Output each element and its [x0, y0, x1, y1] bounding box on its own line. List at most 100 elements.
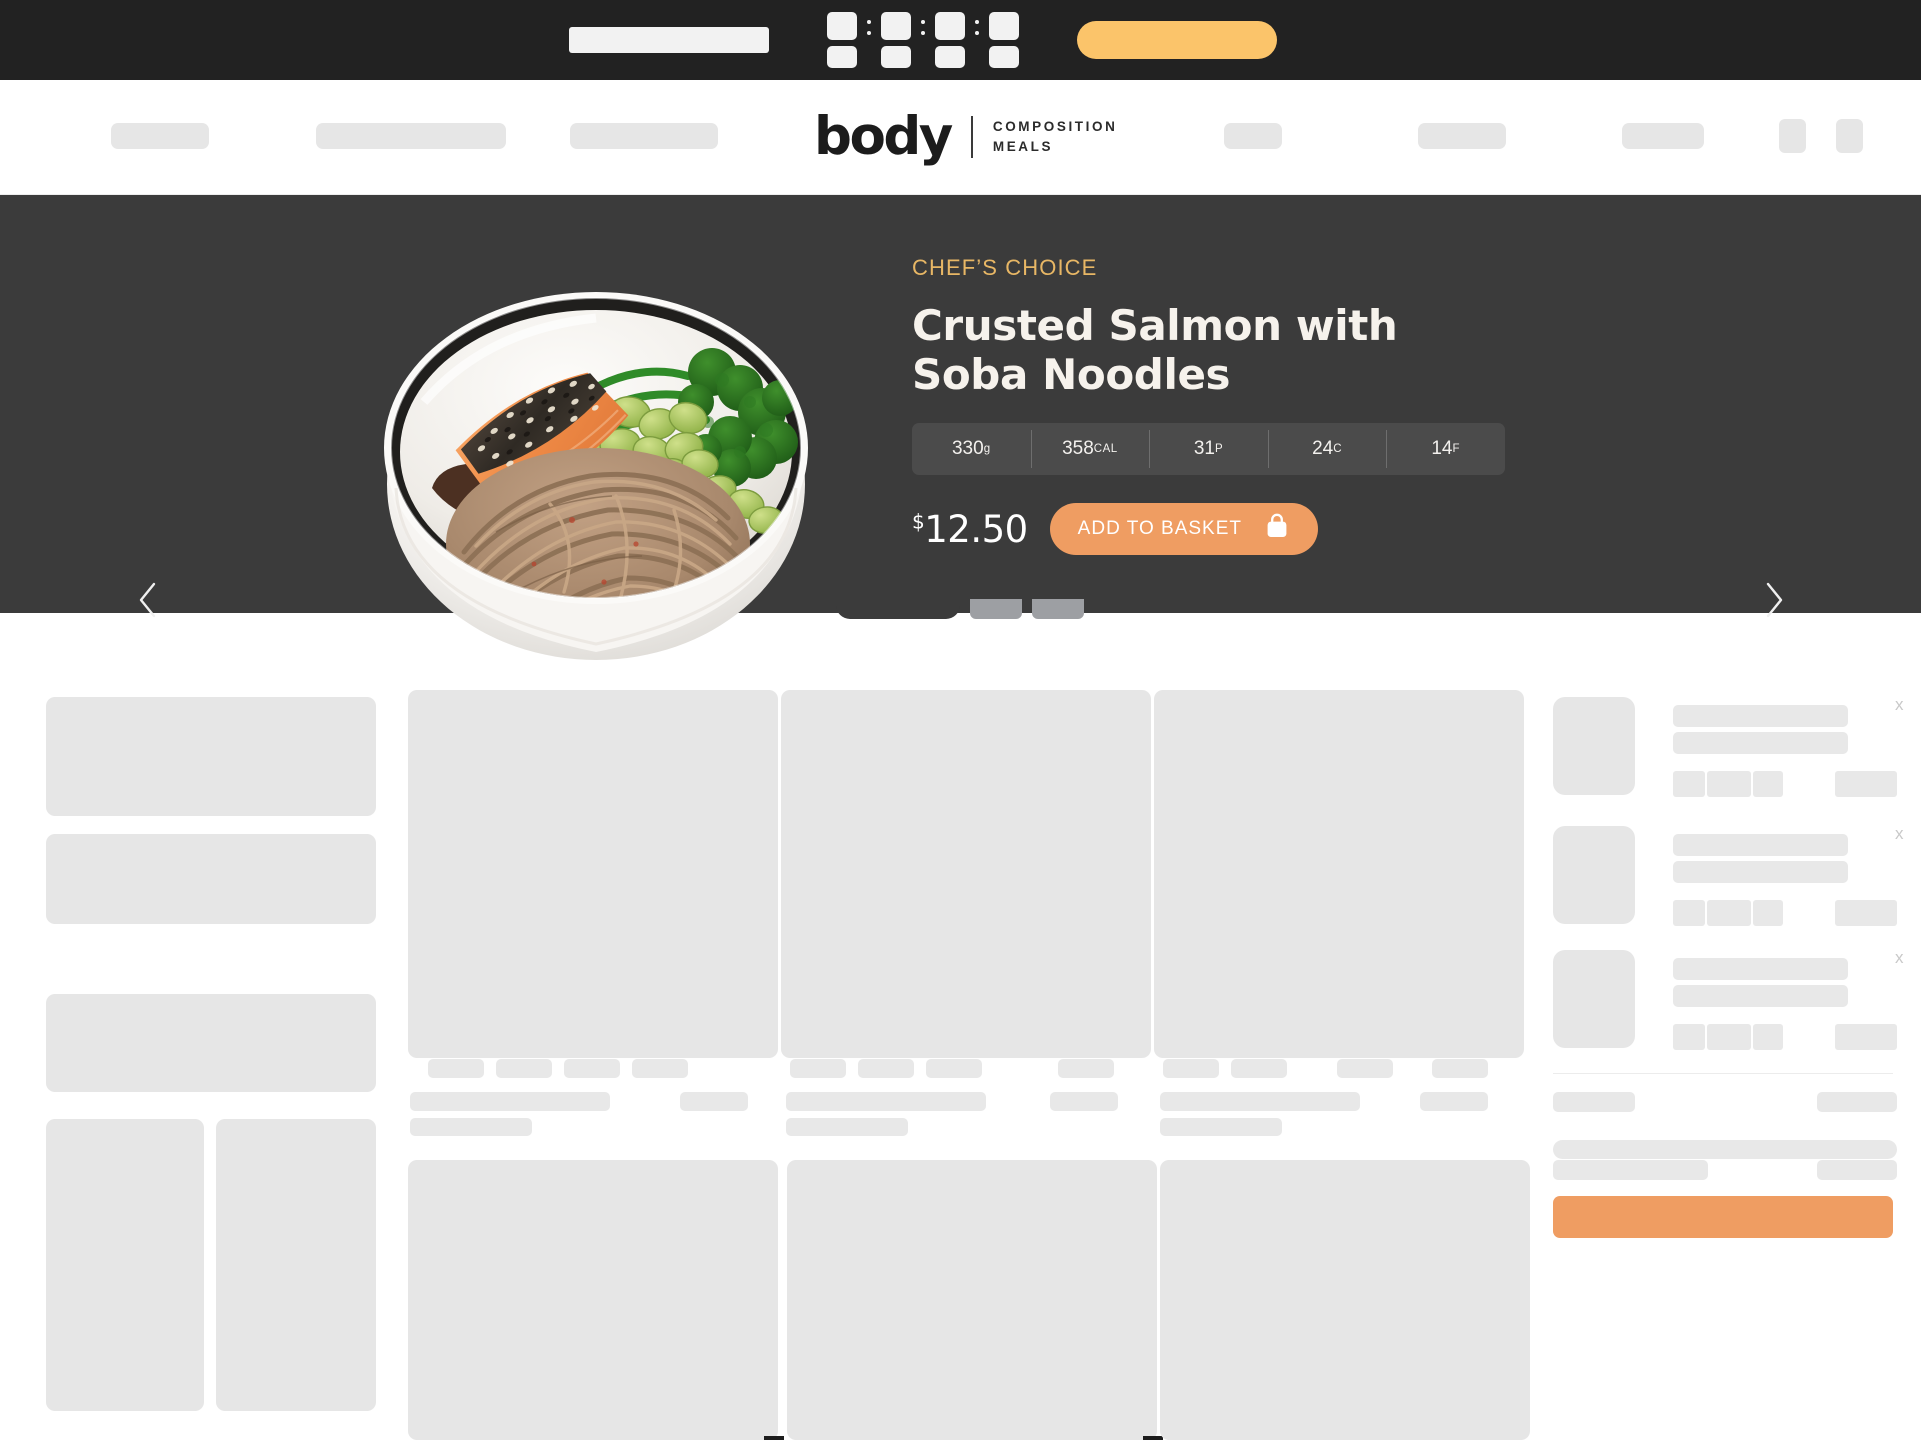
timer-separator: [911, 19, 935, 61]
add-to-basket-label: ADD TO BASKET: [1077, 518, 1243, 539]
cart-item-name-line: [1673, 705, 1848, 727]
cart-item-remove-button[interactable]: x: [1895, 824, 1904, 844]
search-icon[interactable]: [1779, 119, 1806, 153]
product-title-line: [786, 1092, 986, 1111]
cart-item-price: [1835, 1024, 1897, 1050]
filter-block-1[interactable]: [46, 697, 376, 816]
nutrition-carbs-value: 24: [1312, 438, 1334, 459]
cart-qty-decrease[interactable]: [1673, 900, 1705, 926]
countdown-timer: [826, 12, 1019, 68]
nav-item-2[interactable]: [316, 123, 506, 149]
cart-item-price: [1835, 771, 1897, 797]
product-macro-chip: [858, 1059, 914, 1078]
nav-item-4[interactable]: [1224, 123, 1282, 149]
tab-inactive-2[interactable]: [1032, 599, 1084, 619]
product-price-line: [1050, 1092, 1118, 1111]
nav-item-3[interactable]: [570, 123, 718, 149]
cart-qty-increase[interactable]: [1753, 900, 1783, 926]
cart-qty-increase[interactable]: [1753, 1024, 1783, 1050]
nutrition-weight-value: 330: [951, 438, 984, 459]
cart-item-meta-line: [1673, 861, 1848, 883]
promo-text-placeholder: [568, 27, 769, 53]
logo-subtitle-line-2: MEALS: [992, 138, 1054, 154]
product-macro-chip: [428, 1059, 484, 1078]
currency-symbol: $: [912, 509, 925, 534]
nutrition-fat-unit: F: [1452, 443, 1460, 455]
cart-item-remove-button[interactable]: x: [1895, 948, 1904, 968]
timer-digit-box: [988, 12, 1019, 40]
cart-divider: [1553, 1073, 1893, 1074]
logo-wordmark: body: [814, 106, 953, 167]
cart-item-name-line: [1673, 834, 1848, 856]
cart-qty-value: [1707, 900, 1751, 926]
nutrition-calories-value: 358: [1062, 438, 1094, 459]
timer-segment-minutes: [934, 12, 965, 68]
product-macro-chip: [1231, 1059, 1287, 1078]
cart-item-thumbnail: [1553, 826, 1635, 924]
timer-digit-box: [934, 12, 965, 40]
hero-title: Crusted Salmon with Soba Noodles: [912, 301, 1612, 399]
nutrition-protein-value: 31: [1193, 438, 1215, 459]
product-macro-chip: [790, 1059, 846, 1078]
site-logo[interactable]: body COMPOSITION MEALS: [814, 110, 1117, 163]
filter-block-5[interactable]: [216, 1119, 376, 1411]
nutrition-protein: 31 P: [1149, 423, 1268, 475]
product-subtitle-line: [410, 1118, 532, 1136]
carousel-next-button[interactable]: [1751, 577, 1797, 623]
account-icon[interactable]: [1836, 119, 1863, 153]
nutrition-calories: 358 CAL: [1030, 423, 1150, 475]
product-image-placeholder: [408, 1160, 778, 1440]
tab-active[interactable]: [836, 585, 960, 619]
product-macro-chip: [564, 1059, 620, 1078]
product-subtitle-line: [1160, 1118, 1282, 1136]
cart-summary-value: [1817, 1092, 1897, 1112]
nav-item-6[interactable]: [1622, 123, 1704, 149]
nutrition-carbs-unit: C: [1333, 443, 1343, 455]
cart-item-thumbnail: [1553, 697, 1635, 795]
filter-block-3[interactable]: [46, 994, 376, 1092]
filter-block-2[interactable]: [46, 834, 376, 924]
nutrition-weight-unit: g: [983, 443, 991, 455]
timer-segment-hours: [880, 12, 911, 68]
nutrition-protein-unit: P: [1214, 443, 1224, 455]
cart-item-name-line: [1673, 958, 1848, 980]
product-price-line: [680, 1092, 748, 1111]
chevron-right-icon: [1762, 580, 1786, 620]
promo-cta-button[interactable]: [1076, 21, 1277, 59]
timer-separator: [965, 19, 989, 61]
promo-top-bar: [0, 0, 1921, 80]
hero-title-line-2: Soba Noodles: [912, 350, 1231, 399]
product-image-placeholder: [781, 690, 1151, 1058]
filter-block-4[interactable]: [46, 1119, 204, 1411]
category-tabs: [836, 585, 1084, 619]
tab-inactive-1[interactable]: [970, 599, 1022, 619]
timer-label-box: [988, 46, 1019, 68]
nutrition-weight: 330 g: [912, 423, 1031, 475]
carousel-prev-button[interactable]: [125, 577, 171, 623]
cart-qty-value: [1707, 1024, 1751, 1050]
hero-title-line-1: Crusted Salmon with: [912, 301, 1398, 350]
product-image-placeholder: [787, 1160, 1157, 1440]
product-image-placeholder: [1160, 1160, 1530, 1440]
checkout-button[interactable]: [1553, 1196, 1893, 1238]
chevron-left-icon: [136, 580, 160, 620]
nutrition-carbs: 24 C: [1267, 423, 1387, 475]
cart-qty-decrease[interactable]: [1673, 771, 1705, 797]
promo-bar-inner: [568, 12, 1277, 68]
nav-item-1[interactable]: [111, 123, 209, 149]
grid-scroll-marker: [764, 1436, 784, 1440]
cart-qty-decrease[interactable]: [1673, 1024, 1705, 1050]
timer-digit-box: [826, 12, 857, 40]
timer-label-box: [934, 46, 965, 68]
cart-qty-increase[interactable]: [1753, 771, 1783, 797]
cart-qty-value: [1707, 771, 1751, 797]
product-macro-chip: [632, 1059, 688, 1078]
price-amount: 12.50: [924, 507, 1028, 551]
product-macro-chip: [1058, 1059, 1114, 1078]
product-macro-chip: [1163, 1059, 1219, 1078]
nav-item-5[interactable]: [1418, 123, 1506, 149]
add-to-basket-button[interactable]: ADD TO BASKET: [1049, 503, 1319, 555]
cart-progress-bar: [1553, 1140, 1897, 1159]
timer-label-box: [826, 46, 857, 68]
cart-item-remove-button[interactable]: x: [1895, 695, 1904, 715]
